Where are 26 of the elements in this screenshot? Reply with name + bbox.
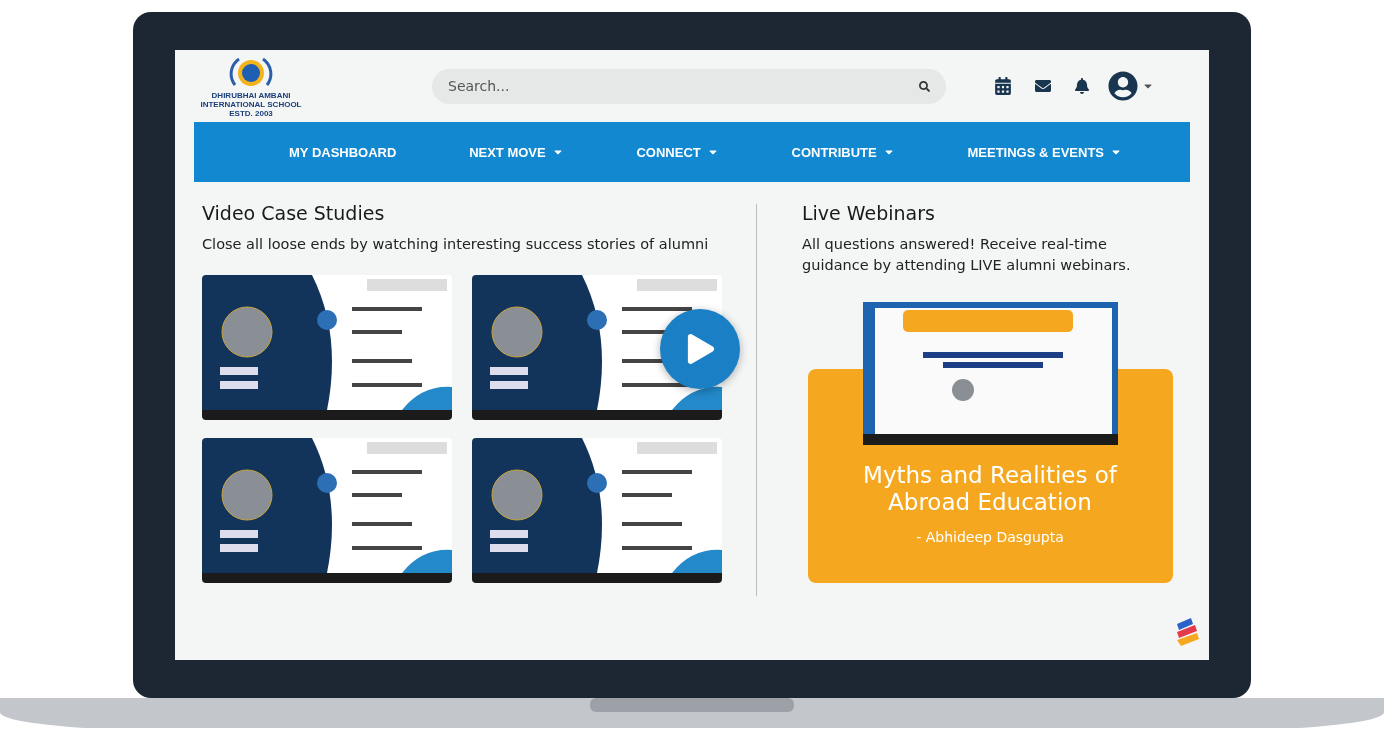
webinar-card[interactable]: Myths and Realities of Abroad Education - Abhideep Dasgupta [807, 302, 1173, 583]
section-title: Live Webinars [802, 202, 936, 224]
play-icon [686, 334, 716, 364]
section-subtitle: Close all loose ends by watching interesting success stories of alumni [202, 235, 710, 254]
section-title: Video Case Studies [202, 202, 386, 224]
nav-link[interactable]: CONNECT [636, 144, 719, 160]
video-thumbnail[interactable] [202, 438, 452, 583]
webinar-video-thumbnail[interactable] [862, 302, 1118, 445]
user-avatar-icon[interactable] [1108, 71, 1138, 101]
nav-link[interactable]: NEXT MOVE [469, 144, 564, 160]
nav-link[interactable]: MY DASHBOARD [289, 144, 397, 160]
search-icon[interactable] [919, 80, 930, 92]
nav-link[interactable]: MEETINGS & EVENTS [967, 144, 1122, 160]
calendar-icon[interactable] [994, 77, 1012, 95]
video-thumbnail[interactable] [202, 275, 452, 420]
nav-link[interactable]: CONTRIBUTE [791, 144, 895, 160]
mail-icon[interactable] [1035, 78, 1051, 94]
school-name-text: DHIRUBHAI AMBANI [211, 90, 291, 100]
school-name-text: INTERNATIONAL SCHOOL [200, 99, 302, 109]
webinar-title: Myths and Realities of Abroad Education [862, 462, 1119, 516]
search-field[interactable]: Search... [432, 68, 946, 104]
video-thumbnail[interactable] [472, 438, 722, 583]
bell-icon[interactable] [1074, 78, 1090, 94]
section-subtitle: All questions answered! Receive real-time guidance by attending LIVE alumni webinars. [802, 235, 1132, 275]
webinar-speaker: - Abhideep Dasgupta [916, 529, 1064, 545]
school-name-text: ESTD. 2003 [229, 108, 273, 118]
